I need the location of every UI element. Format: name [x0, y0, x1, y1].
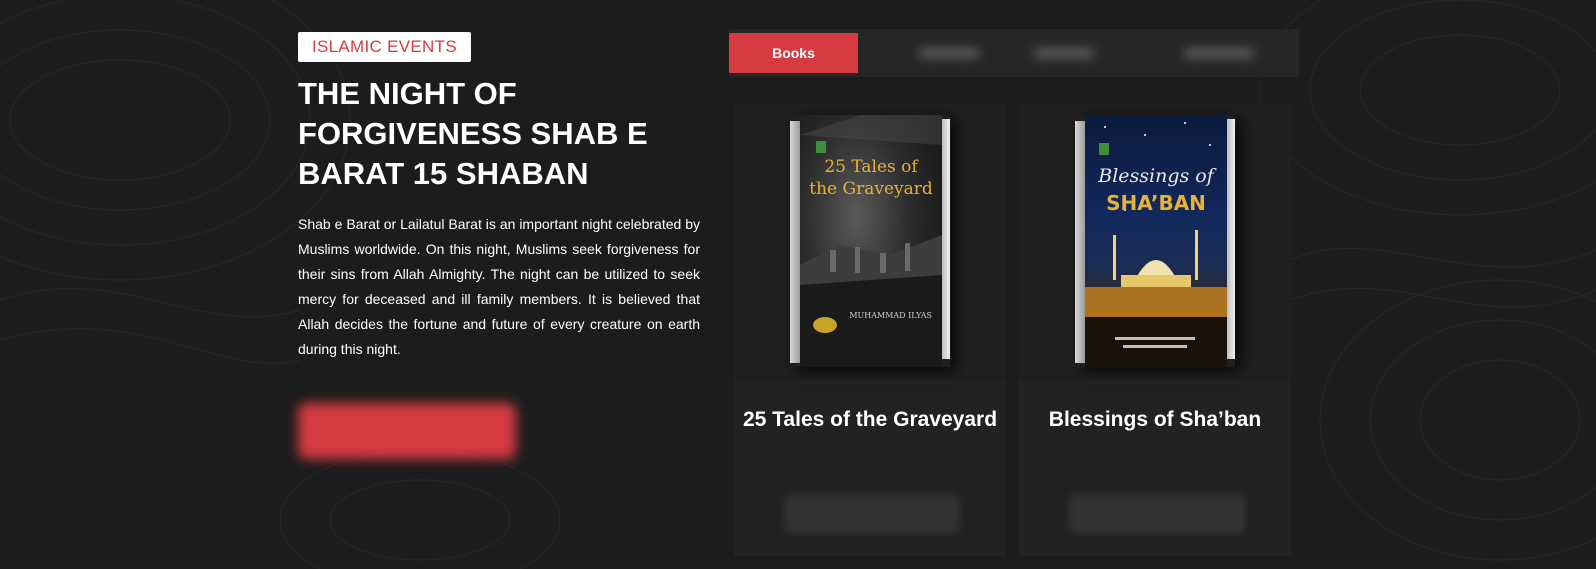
- page-title: THE NIGHT OF FORGIVENESS SHAB E BARAT 15…: [298, 76, 648, 191]
- book-spine: [1075, 121, 1085, 363]
- tab-books[interactable]: Books: [729, 33, 858, 73]
- book-card[interactable]: 25 Tales of the Graveyard Muhammad Ilyas…: [734, 103, 1006, 556]
- tab-other-1[interactable]: [904, 33, 994, 73]
- cover-title-line2: the Graveyard: [809, 179, 933, 199]
- graveyard-illustration: [800, 115, 942, 367]
- cover-title-line1: 25 Tales of: [824, 157, 918, 177]
- cover-author: Muhammad Ilyas: [849, 311, 932, 320]
- book-title[interactable]: 25 Tales of the Graveyard: [734, 408, 1006, 432]
- cover-art: 25 Tales of the Graveyard Muhammad Ilyas: [800, 115, 942, 367]
- tab-other-3[interactable]: [1169, 33, 1269, 73]
- book-cover-image[interactable]: Blessings of SHA’BAN: [1075, 115, 1235, 367]
- tab-other-2[interactable]: [1019, 33, 1109, 73]
- event-description: Shab e Barat or Lailatul Barat is an imp…: [298, 216, 700, 357]
- book-cover-area: Blessings of SHA’BAN: [1019, 103, 1291, 380]
- book-spine: [790, 121, 800, 363]
- category-badge[interactable]: ISLAMIC EVENTS: [298, 32, 471, 62]
- book-cover-image[interactable]: 25 Tales of the Graveyard Muhammad Ilyas: [790, 115, 950, 367]
- read-more-button[interactable]: [298, 403, 516, 459]
- book-action-button[interactable]: [1069, 495, 1245, 533]
- book-card[interactable]: Blessings of SHA’BAN Blessings of Sha’ba…: [1019, 103, 1291, 556]
- cover-title-line2: SHA’BAN: [1106, 191, 1206, 215]
- book-pages: [1227, 119, 1235, 359]
- cover-art: Blessings of SHA’BAN: [1085, 115, 1227, 367]
- book-action-button[interactable]: [784, 495, 960, 533]
- book-title[interactable]: Blessings of Sha’ban: [1019, 408, 1291, 432]
- media-tabs: Books: [729, 29, 1299, 77]
- event-info: ISLAMIC EVENTS THE NIGHT OF FORGIVENESS …: [298, 32, 700, 362]
- cover-title-line1: Blessings of: [1098, 165, 1214, 187]
- book-pages: [942, 119, 950, 359]
- mosque-illustration: [1085, 122, 1227, 367]
- book-cover-area: 25 Tales of the Graveyard Muhammad Ilyas: [734, 103, 1006, 380]
